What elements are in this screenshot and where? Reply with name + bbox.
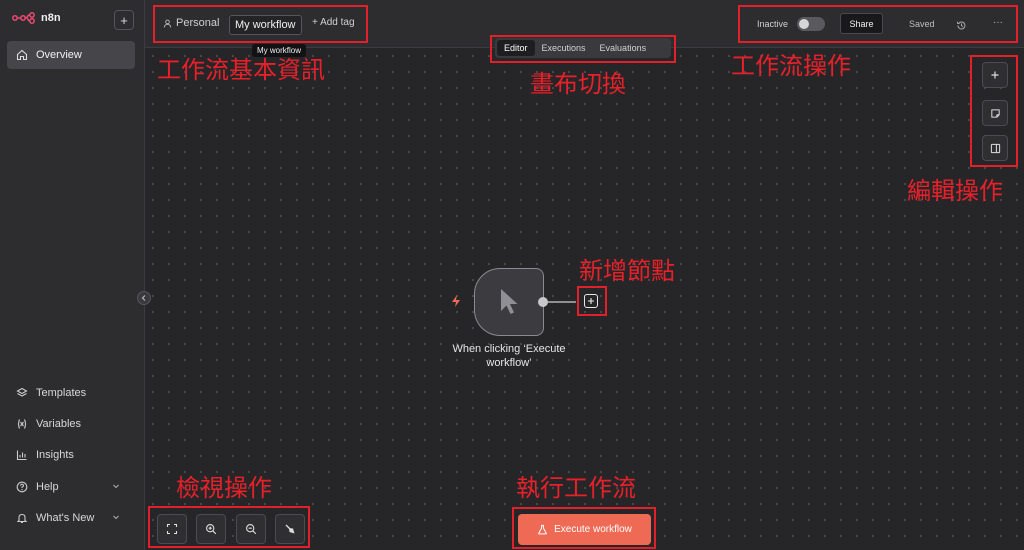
n8n-logo[interactable]: n8n bbox=[12, 12, 61, 24]
chart-icon bbox=[16, 450, 27, 461]
n8n-logo-icon bbox=[12, 12, 35, 24]
cursor-pointer-icon bbox=[501, 289, 518, 314]
manual-trigger-node[interactable] bbox=[474, 268, 544, 336]
sidebar-item-templates[interactable]: Templates bbox=[7, 379, 135, 407]
annotation-box-view-actions bbox=[148, 506, 310, 548]
sidebar-item-insights[interactable]: Insights bbox=[7, 441, 135, 469]
sidebar-item-help[interactable]: Help bbox=[7, 473, 135, 501]
annotation-box-workflow-actions bbox=[738, 5, 1018, 43]
chevron-down-icon bbox=[113, 515, 119, 520]
chevron-down-icon bbox=[113, 484, 119, 489]
annotation-box-edit-actions bbox=[970, 55, 1018, 167]
annotation-box-run-workflow bbox=[512, 507, 656, 549]
sidebar-item-label: Variables bbox=[36, 418, 82, 430]
chevron-left-icon bbox=[141, 295, 146, 301]
sidebar-item-whats-new[interactable]: What's New bbox=[7, 504, 135, 532]
node-connector bbox=[538, 297, 576, 307]
annotation-run-workflow: 執行工作流 bbox=[516, 474, 636, 502]
annotation-view-actions: 檢視操作 bbox=[176, 474, 272, 502]
templates-icon bbox=[16, 387, 28, 397]
annotation-edit-actions: 編輯操作 bbox=[907, 177, 1003, 205]
annotation-box-canvas-switch bbox=[490, 35, 676, 63]
sidebar-collapse-button[interactable] bbox=[137, 291, 151, 305]
sidebar: n8n + Overview Templates Variables Insig… bbox=[0, 0, 145, 550]
annotation-canvas-switch: 畫布切換 bbox=[530, 70, 626, 98]
sidebar-item-overview[interactable]: Overview bbox=[7, 41, 135, 69]
annotation-add-node: 新增節點 bbox=[579, 257, 675, 285]
annotation-workflow-actions: 工作流操作 bbox=[731, 52, 851, 80]
bell-icon bbox=[16, 513, 28, 524]
trigger-bolt-icon bbox=[452, 295, 460, 307]
annotation-box-add-node bbox=[577, 286, 607, 316]
home-icon bbox=[16, 49, 28, 61]
sidebar-item-label: Templates bbox=[36, 387, 87, 399]
sidebar-item-label: Overview bbox=[36, 49, 82, 61]
sidebar-item-variables[interactable]: Variables bbox=[7, 410, 135, 438]
annotation-box-workflow-info bbox=[153, 5, 368, 43]
sidebar-item-label: Help bbox=[36, 481, 59, 493]
brand-name: n8n bbox=[41, 12, 61, 24]
annotation-workflow-info: 工作流基本資訊 bbox=[157, 56, 325, 84]
help-icon bbox=[16, 481, 28, 493]
sidebar-item-label: Insights bbox=[36, 449, 74, 461]
variables-icon bbox=[17, 419, 27, 429]
sidebar-item-label: What's New bbox=[36, 512, 95, 524]
node-label: When clicking ‘Execute workflow’ bbox=[452, 343, 566, 369]
create-new-button[interactable]: + bbox=[114, 10, 134, 30]
